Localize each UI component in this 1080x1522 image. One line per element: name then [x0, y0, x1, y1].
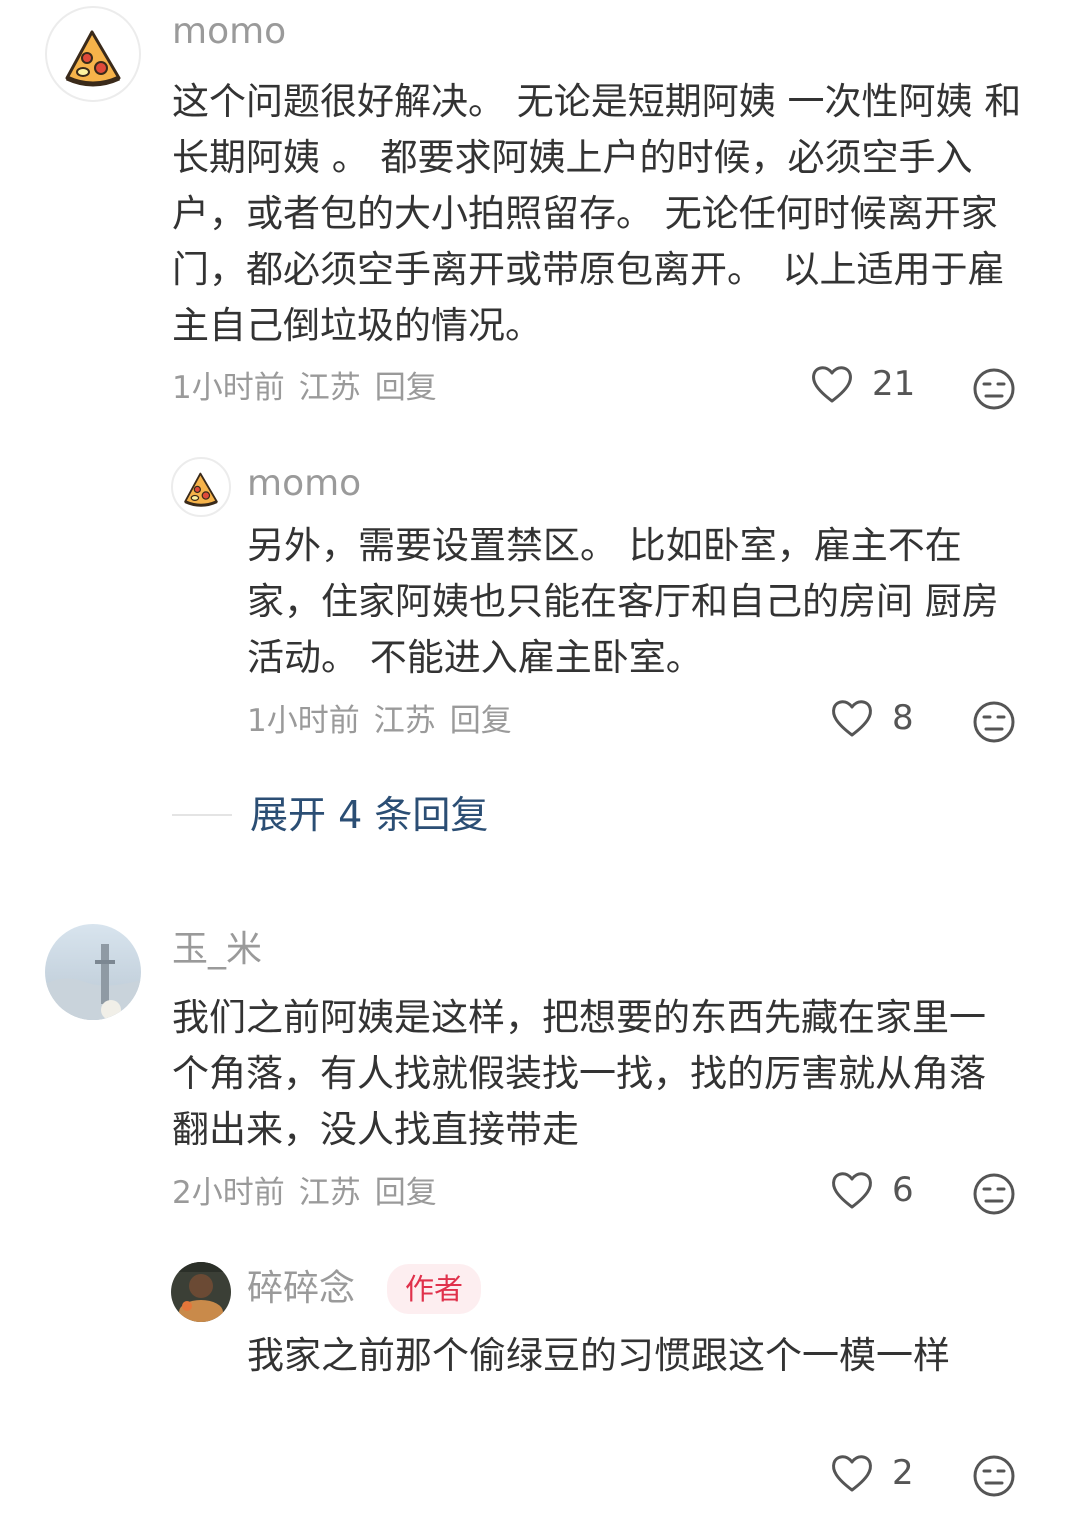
like-button[interactable]: 6	[830, 1170, 914, 1210]
heart-icon	[832, 1172, 872, 1209]
heart-icon	[832, 1455, 872, 1492]
reply-time: 1小时前	[247, 703, 360, 739]
avatar[interactable]	[45, 924, 141, 1020]
avatar[interactable]	[45, 6, 141, 102]
reply-button[interactable]: 回复	[375, 370, 437, 406]
pizza-icon	[184, 472, 218, 507]
like-count: 6	[892, 1170, 914, 1210]
reply-button[interactable]: 回复	[450, 703, 512, 739]
comment-time: 2小时前	[172, 1175, 285, 1211]
heart-icon	[812, 366, 852, 403]
reply-text: 我家之前那个偷绿豆的习惯跟这个一模一样	[247, 1334, 950, 1377]
reply-username[interactable]: 碎碎念	[247, 1267, 355, 1311]
dislike-face-icon[interactable]	[972, 1454, 1016, 1498]
like-button[interactable]: 8	[830, 698, 914, 738]
reply-button[interactable]: 回复	[375, 1175, 437, 1211]
comment-location: 江苏	[298, 1175, 361, 1211]
like-count: 21	[872, 364, 916, 404]
expand-replies-label[interactable]: 展开 4 条回复	[250, 790, 488, 840]
pizza-icon	[65, 30, 121, 87]
comment-username[interactable]: 玉_米	[172, 928, 262, 972]
expand-replies-button[interactable]: 展开 4 条回复	[172, 790, 488, 840]
dislike-face-icon[interactable]	[972, 1172, 1016, 1216]
comment-username[interactable]: momo	[172, 10, 286, 54]
like-count: 8	[892, 698, 914, 738]
heart-icon	[832, 700, 872, 737]
comment-time: 1小时前	[172, 370, 285, 406]
avatar[interactable]	[171, 457, 231, 517]
like-button[interactable]: 21	[810, 364, 915, 404]
reply-meta: 1小时前 江苏 回复	[247, 701, 526, 741]
reply-text: 另外，需要设置禁区。 比如卧室，雇主不在家，住家阿姨也只能在客厅和自己的房间 厨…	[247, 524, 999, 679]
reply-location: 江苏	[373, 703, 436, 739]
like-count: 2	[892, 1453, 914, 1493]
dislike-face-icon[interactable]	[972, 700, 1016, 744]
like-button[interactable]: 2	[830, 1453, 914, 1493]
photo-avatar	[171, 1262, 231, 1322]
divider	[172, 814, 232, 816]
dislike-face-icon[interactable]	[972, 367, 1016, 411]
comment-text: 我们之前阿姨是这样，把想要的东西先藏在家里一个角落，有人找就假装找一找，找的厉害…	[172, 996, 986, 1151]
comment-meta: 1小时前 江苏 回复	[172, 368, 451, 408]
photo-avatar	[45, 924, 141, 1020]
comment-meta: 2小时前 江苏 回复	[172, 1173, 451, 1213]
author-badge: 作者	[387, 1264, 482, 1314]
avatar[interactable]	[171, 1262, 231, 1322]
reply-username[interactable]: momo	[247, 462, 361, 506]
comment-location: 江苏	[298, 370, 361, 406]
comment-text: 这个问题很好解决。 无论是短期阿姨 一次性阿姨 和长期阿姨 。 都要求阿姨上户的…	[172, 80, 1022, 347]
